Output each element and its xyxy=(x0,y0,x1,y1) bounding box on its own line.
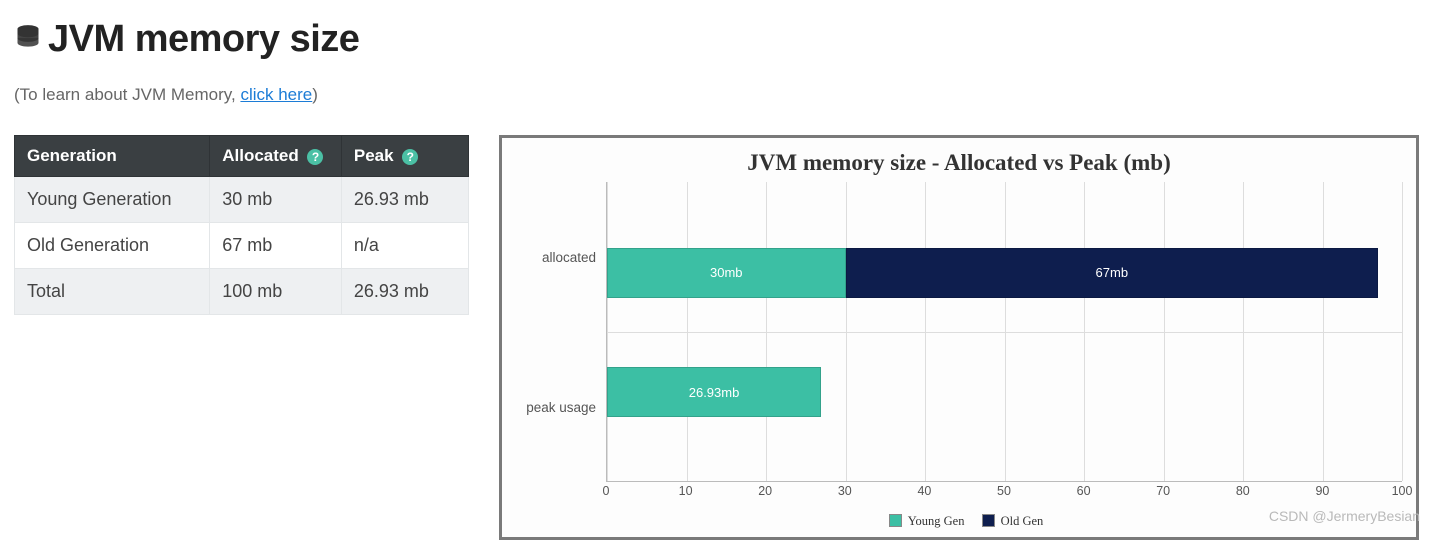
grid-v-line xyxy=(846,182,847,481)
x-tick: 0 xyxy=(603,484,610,498)
ylabel-peak: peak usage xyxy=(526,400,596,415)
legend-label-old: Old Gen xyxy=(1001,514,1044,528)
x-tick: 90 xyxy=(1315,484,1329,498)
bar-peak: 26.93mb xyxy=(607,367,1402,417)
table-row: Young Generation 30 mb 26.93 mb xyxy=(15,177,469,223)
bar-seg-old: 67mb xyxy=(846,248,1379,298)
help-line: (To learn about JVM Memory, click here) xyxy=(14,85,1428,105)
page-heading: JVM memory size xyxy=(14,18,1428,61)
bar-seg-young: 30mb xyxy=(607,248,846,298)
x-tick: 10 xyxy=(679,484,693,498)
x-axis: 0102030405060708090100 xyxy=(606,484,1402,508)
help-icon[interactable]: ? xyxy=(402,149,418,165)
watermark: CSDN @JermeryBesian xyxy=(1269,508,1420,524)
x-tick: 70 xyxy=(1156,484,1170,498)
x-tick: 100 xyxy=(1392,484,1413,498)
cell-gen: Old Generation xyxy=(15,223,210,269)
x-tick: 20 xyxy=(758,484,772,498)
legend-label-young: Young Gen xyxy=(908,514,965,528)
grid-v-line xyxy=(1402,182,1403,481)
x-tick: 80 xyxy=(1236,484,1250,498)
page-title: JVM memory size xyxy=(48,18,359,61)
grid-v-line xyxy=(925,182,926,481)
help-prefix: (To learn about JVM Memory, xyxy=(14,85,240,104)
chart-grid xyxy=(607,182,1402,481)
grid-v-line xyxy=(1084,182,1085,481)
y-axis-labels: allocated peak usage xyxy=(516,182,606,482)
chart-plot: allocated peak usage 30mb 67mb 26.93mb xyxy=(516,182,1402,482)
grid-v-line xyxy=(687,182,688,481)
help-link[interactable]: click here xyxy=(240,85,312,104)
grid-v-line xyxy=(1005,182,1006,481)
table-row: Old Generation 67 mb n/a xyxy=(15,223,469,269)
grid-v-line xyxy=(1243,182,1244,481)
x-tick: 60 xyxy=(1077,484,1091,498)
ylabel-allocated: allocated xyxy=(542,250,596,265)
col-generation: Generation xyxy=(15,136,210,177)
grid-v-line xyxy=(1323,182,1324,481)
col-allocated: Allocated ? xyxy=(210,136,342,177)
cell-gen: Young Generation xyxy=(15,177,210,223)
help-suffix: ) xyxy=(312,85,318,104)
x-tick: 50 xyxy=(997,484,1011,498)
chart-title: JVM memory size - Allocated vs Peak (mb) xyxy=(516,150,1402,176)
db-icon xyxy=(14,23,42,56)
chart-container: JVM memory size - Allocated vs Peak (mb)… xyxy=(499,135,1419,540)
memory-table: Generation Allocated ? Peak ? Young Gene… xyxy=(14,135,469,315)
cell-alloc: 30 mb xyxy=(210,177,342,223)
cell-peak: n/a xyxy=(341,223,468,269)
table-header-row: Generation Allocated ? Peak ? xyxy=(15,136,469,177)
bar-seg-young: 26.93mb xyxy=(607,367,821,417)
x-tick: 40 xyxy=(917,484,931,498)
help-icon[interactable]: ? xyxy=(307,149,323,165)
x-tick: 30 xyxy=(838,484,852,498)
legend-swatch-old xyxy=(982,514,995,527)
grid-v-line xyxy=(1164,182,1165,481)
cell-peak: 26.93 mb xyxy=(341,177,468,223)
table-row: Total 100 mb 26.93 mb xyxy=(15,269,469,315)
plot-area: 30mb 67mb 26.93mb xyxy=(606,182,1402,482)
legend-swatch-young xyxy=(889,514,902,527)
bar-allocated: 30mb 67mb xyxy=(607,248,1402,298)
cell-alloc: 67 mb xyxy=(210,223,342,269)
cell-alloc: 100 mb xyxy=(210,269,342,315)
cell-peak: 26.93 mb xyxy=(341,269,468,315)
cell-gen: Total xyxy=(15,269,210,315)
col-peak: Peak ? xyxy=(341,136,468,177)
grid-v-line xyxy=(766,182,767,481)
grid-v-line xyxy=(607,182,608,481)
